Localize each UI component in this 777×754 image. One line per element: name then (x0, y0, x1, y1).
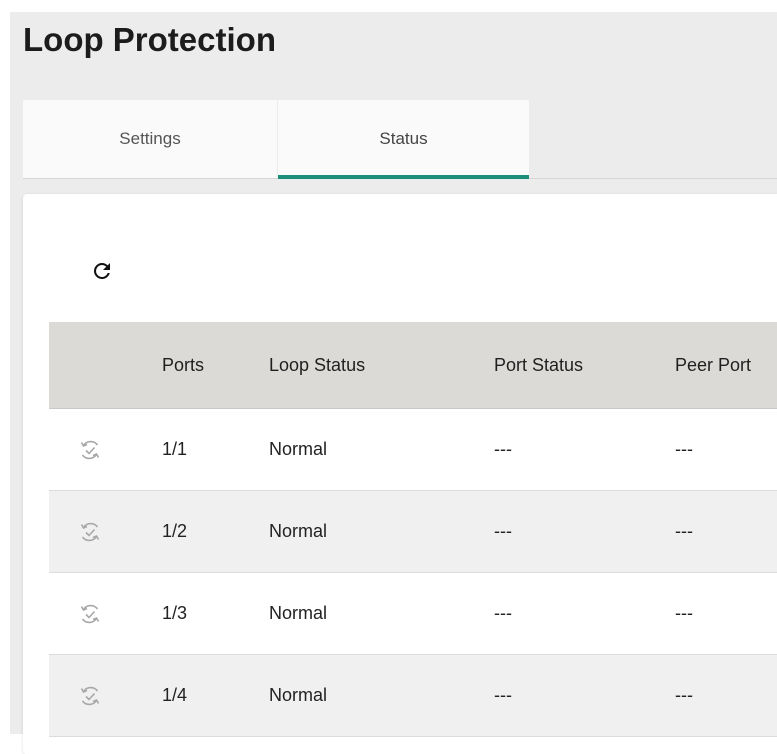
cell-peer-port: --- (675, 603, 693, 623)
table-header: Ports Loop Status Port Status Peer Port (49, 322, 777, 409)
tab-bar: Settings Status (23, 100, 777, 179)
loop-status-table: Ports Loop Status Port Status Peer Port … (49, 322, 777, 737)
cell-port-status: --- (494, 521, 512, 541)
cell-peer-port: --- (675, 439, 693, 459)
table-row: 1/4 Normal --- --- (49, 655, 777, 737)
column-header-port-status[interactable]: Port Status (494, 322, 583, 408)
cell-loop-status: Normal (269, 439, 328, 459)
cell-peer-port: --- (675, 521, 693, 541)
tab-status[interactable]: Status (278, 100, 529, 179)
loop-normal-icon (76, 573, 104, 654)
cell-port-status: --- (494, 603, 512, 623)
tab-settings[interactable]: Settings (23, 100, 277, 178)
cell-loop-status: Normal (269, 603, 328, 623)
cell-port: 1/4 (162, 685, 188, 705)
loop-normal-icon (76, 655, 104, 736)
column-header-ports[interactable]: Ports (162, 322, 204, 408)
cell-peer-port: --- (675, 685, 693, 705)
cell-port-status: --- (494, 439, 512, 459)
cell-loop-status: Normal (269, 521, 328, 541)
refresh-button[interactable] (84, 253, 120, 289)
table-row: 1/3 Normal --- --- (49, 573, 777, 655)
refresh-icon (94, 263, 110, 279)
column-header-peer-port[interactable]: Peer Port (675, 322, 751, 408)
table-row: 1/1 Normal --- --- (49, 409, 777, 491)
table-row: 1/2 Normal --- --- (49, 491, 777, 573)
column-header-loop-status[interactable]: Loop Status (269, 322, 365, 408)
cell-port-status: --- (494, 685, 512, 705)
cell-port: 1/3 (162, 603, 188, 623)
page-title: Loop Protection (23, 21, 276, 58)
loop-normal-icon (76, 491, 104, 572)
loop-normal-icon (76, 409, 104, 490)
cell-loop-status: Normal (269, 685, 328, 705)
cell-port: 1/1 (162, 439, 188, 459)
cell-port: 1/2 (162, 521, 188, 541)
